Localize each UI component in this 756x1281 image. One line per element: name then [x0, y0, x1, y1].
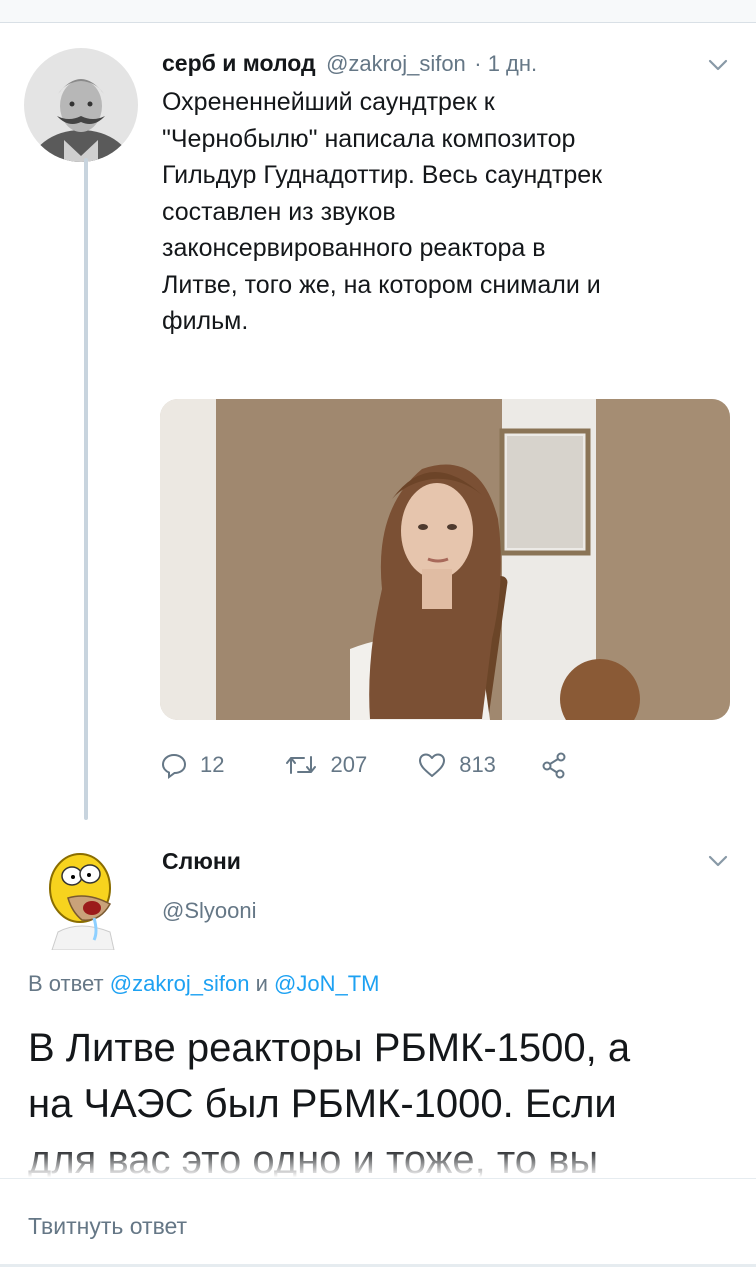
top-bar [0, 0, 756, 23]
author-handle[interactable]: @zakroj_sifon [326, 51, 466, 76]
like-count: 813 [459, 752, 496, 777]
share-icon [540, 751, 568, 779]
retweet-icon [284, 751, 318, 779]
thread-line [84, 158, 88, 820]
tweet-actions: 12 207 813 [160, 748, 568, 782]
reply-author-name[interactable]: Слюни [162, 848, 241, 875]
reply-author-handle[interactable]: @Slyooni [162, 898, 257, 924]
reply-icon [160, 751, 188, 779]
reply-user-link[interactable]: @zakroj_sifon [110, 971, 250, 996]
reply-and: и [255, 971, 268, 996]
divider [0, 1264, 756, 1267]
reply-button[interactable]: 12 [160, 751, 224, 779]
retweet-button[interactable]: 207 [284, 751, 367, 779]
chevron-down-icon[interactable] [706, 852, 730, 870]
share-button[interactable] [540, 751, 568, 779]
tweet-header: серб и молод @zakroj_sifon · 1 дн. [162, 50, 682, 77]
avatar[interactable] [24, 48, 138, 162]
tweet-text: Охрененнейший саундтрек к "Чернобылю" на… [162, 88, 603, 335]
author-name[interactable]: серб и молод [162, 50, 316, 76]
chevron-down-icon[interactable] [706, 56, 730, 74]
reply-prefix: В ответ [28, 971, 104, 996]
reply-user-link[interactable]: @JoN_TM [274, 971, 379, 996]
reply-context: В ответ @zakroj_sifon и @JoN_TM [28, 971, 380, 997]
tweet-photo[interactable] [160, 399, 730, 720]
reply-avatar[interactable] [28, 840, 138, 951]
like-button[interactable]: 813 [417, 751, 496, 779]
reply-input[interactable]: Твитнуть ответ [28, 1213, 187, 1240]
retweet-count: 207 [330, 752, 368, 777]
tweet-time: · 1 дн. [474, 51, 538, 76]
reply-count: 12 [200, 752, 225, 777]
heart-icon [417, 751, 447, 779]
